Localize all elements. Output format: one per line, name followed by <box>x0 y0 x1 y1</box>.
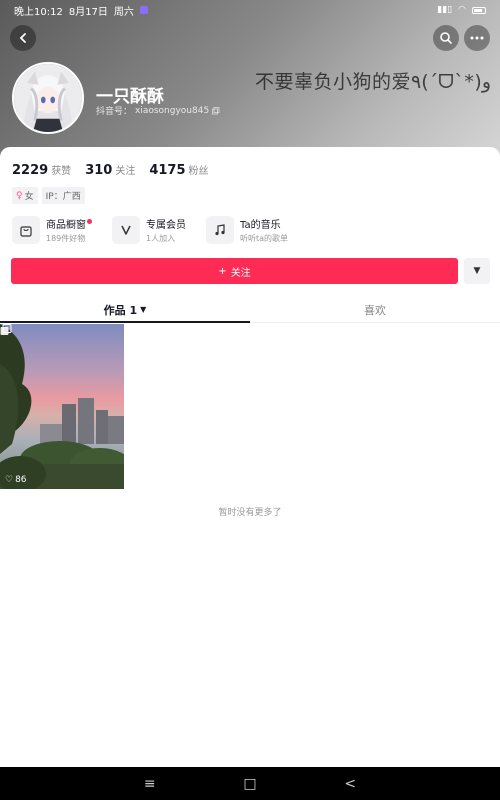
menu-icon[interactable]: ≡ <box>144 776 156 792</box>
music-note-icon <box>215 224 225 236</box>
notification-dot-icon <box>139 6 148 14</box>
heart-icon: ♡ <box>5 475 14 485</box>
more-icon <box>470 36 484 40</box>
content-tabs: 作品 1 ▼ 喜欢 <box>0 297 500 323</box>
multi-image-icon <box>0 324 12 335</box>
tab-likes-label: 喜欢 <box>364 303 386 317</box>
shopping-bag-icon <box>20 226 32 237</box>
follow-button[interactable]: + 关注 <box>11 258 458 284</box>
service-title: 商品橱窗 <box>46 216 92 231</box>
stat-followers[interactable]: 4175 粉丝 <box>149 159 208 178</box>
back-icon[interactable]: < <box>344 776 356 792</box>
post-like-count: ♡ 86 <box>5 475 27 485</box>
service-icon-box <box>12 216 40 244</box>
battery-icon <box>472 6 486 14</box>
service-text: 专属会员 1人加入 <box>146 216 186 244</box>
triangle-down-icon: ▼ <box>473 266 481 276</box>
service-subtitle: 189件好物 <box>46 234 86 243</box>
tab-likes[interactable]: 喜欢 <box>250 297 500 322</box>
service-text: 商品橱窗 189件好物 <box>46 216 92 244</box>
services-row: 商品橱窗 189件好物 专属会员 1人加入 Ta的音乐 听听ta的歌单 <box>12 216 288 244</box>
home-icon[interactable]: □ <box>243 776 256 792</box>
follow-label: 关注 <box>230 267 251 279</box>
female-icon: ♀ <box>16 190 23 201</box>
stats-row: 2229 获赞 310 关注 4175 粉丝 <box>12 159 209 178</box>
v-badge-icon <box>121 225 131 235</box>
search-button[interactable] <box>433 25 459 51</box>
stat-label: 粉丝 <box>188 166 209 177</box>
wifi-icon: ◠ <box>458 5 466 15</box>
caret-down-icon: ▼ <box>140 305 147 314</box>
back-arrow-icon <box>19 33 26 43</box>
back-button[interactable] <box>10 25 36 51</box>
douyin-id-value: xiaosongyou845 <box>135 105 210 116</box>
status-weekday: 周六 <box>113 6 134 18</box>
tab-works-label: 作品 1 <box>103 303 138 317</box>
stat-likes[interactable]: 2229 获赞 <box>12 159 71 178</box>
tab-works[interactable]: 作品 1 ▼ <box>0 297 250 323</box>
profile-banner: 晚上10:12 8月17日 周六 ▮▮▯ ◠ 不要辜负小狗的爱٩(ˊᗜˋ*)و <box>0 0 500 165</box>
gender-tag: ♀ 女 <box>12 187 38 204</box>
service-subtitle: 听听ta的歌单 <box>240 234 289 243</box>
stat-value: 2229 <box>12 163 49 178</box>
service-shop-window[interactable]: 商品橱窗 189件好物 <box>12 216 92 244</box>
post-thumbnail[interactable]: ♡ 86 <box>0 324 124 489</box>
more-button[interactable] <box>464 25 490 51</box>
stat-label: 获赞 <box>51 166 72 177</box>
red-dot-badge <box>87 219 92 224</box>
plus-icon: + <box>218 265 227 277</box>
douyin-id-row: 抖音号： xiaosongyou845 <box>96 104 220 117</box>
service-subtitle: 1人加入 <box>146 234 176 243</box>
ip-label: IP：广西 <box>45 192 81 202</box>
anime-girl-avatar-image <box>14 64 82 132</box>
avatar[interactable] <box>12 62 84 134</box>
service-title: Ta的音乐 <box>240 220 281 231</box>
status-date: 8月17日 <box>68 6 108 18</box>
service-music[interactable]: Ta的音乐 听听ta的歌单 <box>206 216 288 244</box>
status-time: 晚上10:12 <box>14 6 63 18</box>
signature-text: 不要辜负小狗的爱٩(ˊᗜˋ*)و <box>255 71 492 93</box>
profile-tags: ♀ 女 IP：广西 <box>12 187 85 204</box>
service-title: 专属会员 <box>146 220 186 231</box>
like-count-value: 86 <box>15 475 27 485</box>
stat-value: 4175 <box>149 163 186 178</box>
gender-label: 女 <box>24 192 34 202</box>
no-more-text: 暂时没有更多了 <box>218 508 282 518</box>
profile-card: 2229 获赞 310 关注 4175 粉丝 ♀ 女 IP：广西 商品橱窗 189件好… <box>0 147 500 767</box>
stat-following[interactable]: 310 关注 <box>85 159 135 178</box>
signal-icon: ▮▮▯ <box>437 5 453 15</box>
copy-icon[interactable] <box>212 106 220 115</box>
system-nav-bar: ≡ □ < <box>0 767 500 800</box>
more-options-dropdown[interactable]: ▼ <box>464 258 490 284</box>
service-icon-box <box>112 216 140 244</box>
douyin-id-label: 抖音号： <box>96 107 133 117</box>
status-bar: 晚上10:12 8月17日 周六 ▮▮▯ ◠ <box>0 0 500 20</box>
ip-tag: IP：广西 <box>41 187 85 204</box>
stat-value: 310 <box>85 163 113 178</box>
city-sunset-image <box>0 324 124 489</box>
stat-label: 关注 <box>115 166 136 177</box>
search-icon <box>440 32 452 44</box>
service-membership[interactable]: 专属会员 1人加入 <box>112 216 186 244</box>
service-text: Ta的音乐 听听ta的歌单 <box>240 216 288 244</box>
service-icon-box <box>206 216 234 244</box>
service-title-text: 商品橱窗 <box>46 220 86 231</box>
